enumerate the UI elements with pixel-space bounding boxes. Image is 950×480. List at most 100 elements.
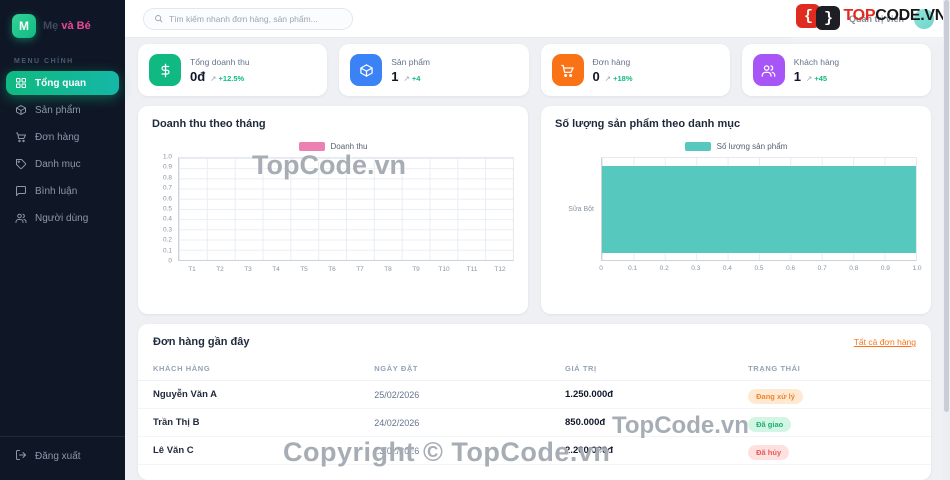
x-tick-label: 0.2: [659, 265, 669, 272]
orders-column-header: TRẠNG THÁI: [748, 364, 801, 373]
trend-up-icon: ↗: [210, 73, 217, 83]
legend-swatch: [298, 142, 325, 151]
stat-value: 1: [391, 68, 399, 84]
x-tick-label: 0.7: [817, 265, 827, 272]
x-tick-label: 0.5: [754, 265, 764, 272]
sidebar-item-label: Người dùng: [35, 212, 89, 224]
notifications-bell-icon[interactable]: [827, 13, 839, 25]
search-input[interactable]: [169, 13, 342, 24]
legend-swatch: [684, 142, 711, 151]
sidebar-item-label: Đơn hàng: [35, 131, 80, 143]
sidebar-item-2[interactable]: Đơn hàng: [6, 125, 119, 149]
y-tick-label: 0.3: [162, 226, 172, 234]
category-chart-y-axis: Sữa Bột: [568, 205, 594, 213]
stat-value: 1: [793, 68, 801, 84]
orders-table-body: Nguyễn Văn A 25/02/2026 1.250.000đ Đang xử …: [138, 381, 931, 465]
top-header: Quản trị viên: [125, 0, 950, 38]
x-tick-label: T9: [412, 265, 420, 273]
revenue-chart-card: Doanh thu theo tháng Doanh thu 1.0 0.9 0.8…: [138, 106, 528, 314]
charts-row: Doanh thu theo tháng Doanh thu 1.0 0.9 0.8…: [138, 106, 931, 314]
page-scrollbar[interactable]: [943, 0, 950, 480]
x-tick-label: 0.9: [880, 265, 890, 272]
user-avatar[interactable]: [914, 8, 934, 29]
brand: M Mẹ và Bé: [0, 0, 125, 48]
order-customer: Lê Văn C: [153, 445, 194, 456]
order-row-0[interactable]: Nguyễn Văn A 25/02/2026 1.250.000đ Đang xử …: [138, 381, 931, 409]
order-date: 24/02/2026: [374, 417, 420, 428]
category-chart-plot: [601, 157, 917, 261]
x-tick-label: T4: [272, 265, 280, 273]
search-box[interactable]: [143, 7, 353, 30]
trend-up-icon: ↗: [805, 73, 813, 83]
category-chart-legend: Số lượng sản phẩm: [555, 142, 917, 151]
dollar-icon: [149, 54, 181, 86]
stat-value: 0: [592, 68, 600, 84]
sidebar-section-label: MENU CHÍNH: [14, 58, 74, 65]
y-tick-label: 0.4: [162, 215, 172, 223]
stat-card-3: Khách hàng 1 ↗ +45: [741, 44, 931, 96]
x-tick-label: 0.4: [722, 265, 732, 272]
stats-row: Tổng doanh thu 0đ ↗ +12.5% Sản phẩm 1 ↗ +4 Đơn…: [138, 44, 931, 96]
recent-orders-card: Đơn hàng gần đây Tất cả đơn hàng KHÁCH H…: [138, 324, 931, 480]
main-content: Tổng doanh thu 0đ ↗ +12.5% Sản phẩm 1 ↗ +4 Đơn…: [125, 38, 943, 480]
category-chart-title: Số lượng sản phẩm theo danh mục: [555, 118, 741, 130]
trend-up-icon: ↗: [604, 73, 612, 83]
logout-icon: [15, 449, 27, 464]
brand-name-part2: và Bé: [61, 20, 91, 32]
order-row-2[interactable]: Lê Văn C 23/02/2026 2.200.000đ Đã hủy: [138, 437, 931, 465]
tag-icon: [15, 158, 27, 170]
y-tick-label: 0.9: [162, 163, 172, 171]
order-status-cell: Đã hủy: [748, 442, 916, 460]
x-tick-label: T11: [466, 265, 478, 273]
sidebar-item-1[interactable]: Sản phẩm: [6, 98, 119, 122]
x-tick-label: 0.3: [691, 265, 701, 272]
orders-table-header: KHÁCH HÀNG NGÀY ĐẶT GIÁ TRỊ TRẠNG THÁI: [138, 357, 931, 381]
x-tick-label: T5: [300, 265, 308, 273]
search-icon: [154, 10, 163, 28]
order-date: 25/02/2026: [374, 389, 420, 400]
order-value: 1.250.000đ: [565, 389, 614, 400]
x-tick-label: T8: [384, 265, 392, 273]
sidebar-item-4[interactable]: Bình luận: [6, 179, 119, 203]
sidebar-item-3[interactable]: Danh mục: [6, 152, 119, 176]
stat-trend: ↗ +45: [805, 73, 828, 83]
all-orders-link[interactable]: Tất cả đơn hàng: [854, 337, 916, 347]
revenue-chart-plot-row: 1.0 0.9 0.8 0.7 0.6 0.5 0.4 0.3 0.2 0.1 0: [152, 154, 514, 265]
sidebar-menu: Tổng quan Sản phẩm Đơn hàng Danh mục Bình lu…: [0, 71, 125, 230]
trend-up-icon: ↗: [403, 73, 410, 83]
order-value: 2.200.000đ: [565, 445, 614, 456]
users-icon: [752, 54, 785, 86]
status-badge: Đã hủy: [748, 444, 790, 460]
stat-label: Đơn hàng: [592, 56, 631, 67]
x-tick-label: T1: [188, 265, 196, 273]
header-right-cluster: Quản trị viên: [827, 8, 936, 29]
order-row-1[interactable]: Trần Thị B 24/02/2026 850.000đ Đã giao: [138, 409, 931, 437]
status-badge: Đang xử lý: [748, 388, 803, 404]
orders-card-header: Đơn hàng gần đây Tất cả đơn hàng: [138, 324, 931, 357]
stat-label: Sản phẩm: [391, 56, 430, 67]
logout-label: Đăng xuất: [35, 451, 81, 462]
x-tick-label: T7: [356, 265, 364, 273]
x-tick-label: 0.6: [786, 265, 796, 272]
sidebar-item-0[interactable]: Tổng quan: [6, 71, 119, 95]
stat-card-1: Sản phẩm 1 ↗ +4: [339, 44, 529, 96]
category-chart-plot-row: Sữa Bột: [555, 157, 917, 261]
stat-label: Khách hàng: [793, 56, 840, 67]
y-tick-label: 0.8: [162, 174, 172, 182]
revenue-chart-legend: Doanh thu: [152, 142, 514, 151]
scrollbar-thumb[interactable]: [944, 0, 949, 412]
legend-label: Số lượng sản phẩm: [716, 142, 788, 151]
order-customer: Trần Thị B: [153, 417, 200, 428]
orders-column-header: NGÀY ĐẶT: [374, 364, 419, 373]
revenue-chart-x-axis: T1 T2 T3 T4 T5 T6 T7 T8 T9 T10 T11 T12: [178, 261, 514, 277]
orders-column-header: GIÁ TRỊ: [565, 364, 597, 373]
x-tick-label: 1.0: [912, 265, 922, 272]
grid-icon: [15, 77, 27, 89]
cart-icon: [15, 131, 27, 143]
x-tick-label: T3: [244, 265, 252, 273]
sidebar-item-label: Bình luận: [35, 185, 78, 197]
sidebar-item-5[interactable]: Người dùng: [6, 206, 119, 230]
orders-column-header: KHÁCH HÀNG: [153, 364, 211, 373]
stat-card-0: Tổng doanh thu 0đ ↗ +12.5%: [138, 44, 328, 96]
logout-button[interactable]: Đăng xuất: [15, 449, 110, 464]
